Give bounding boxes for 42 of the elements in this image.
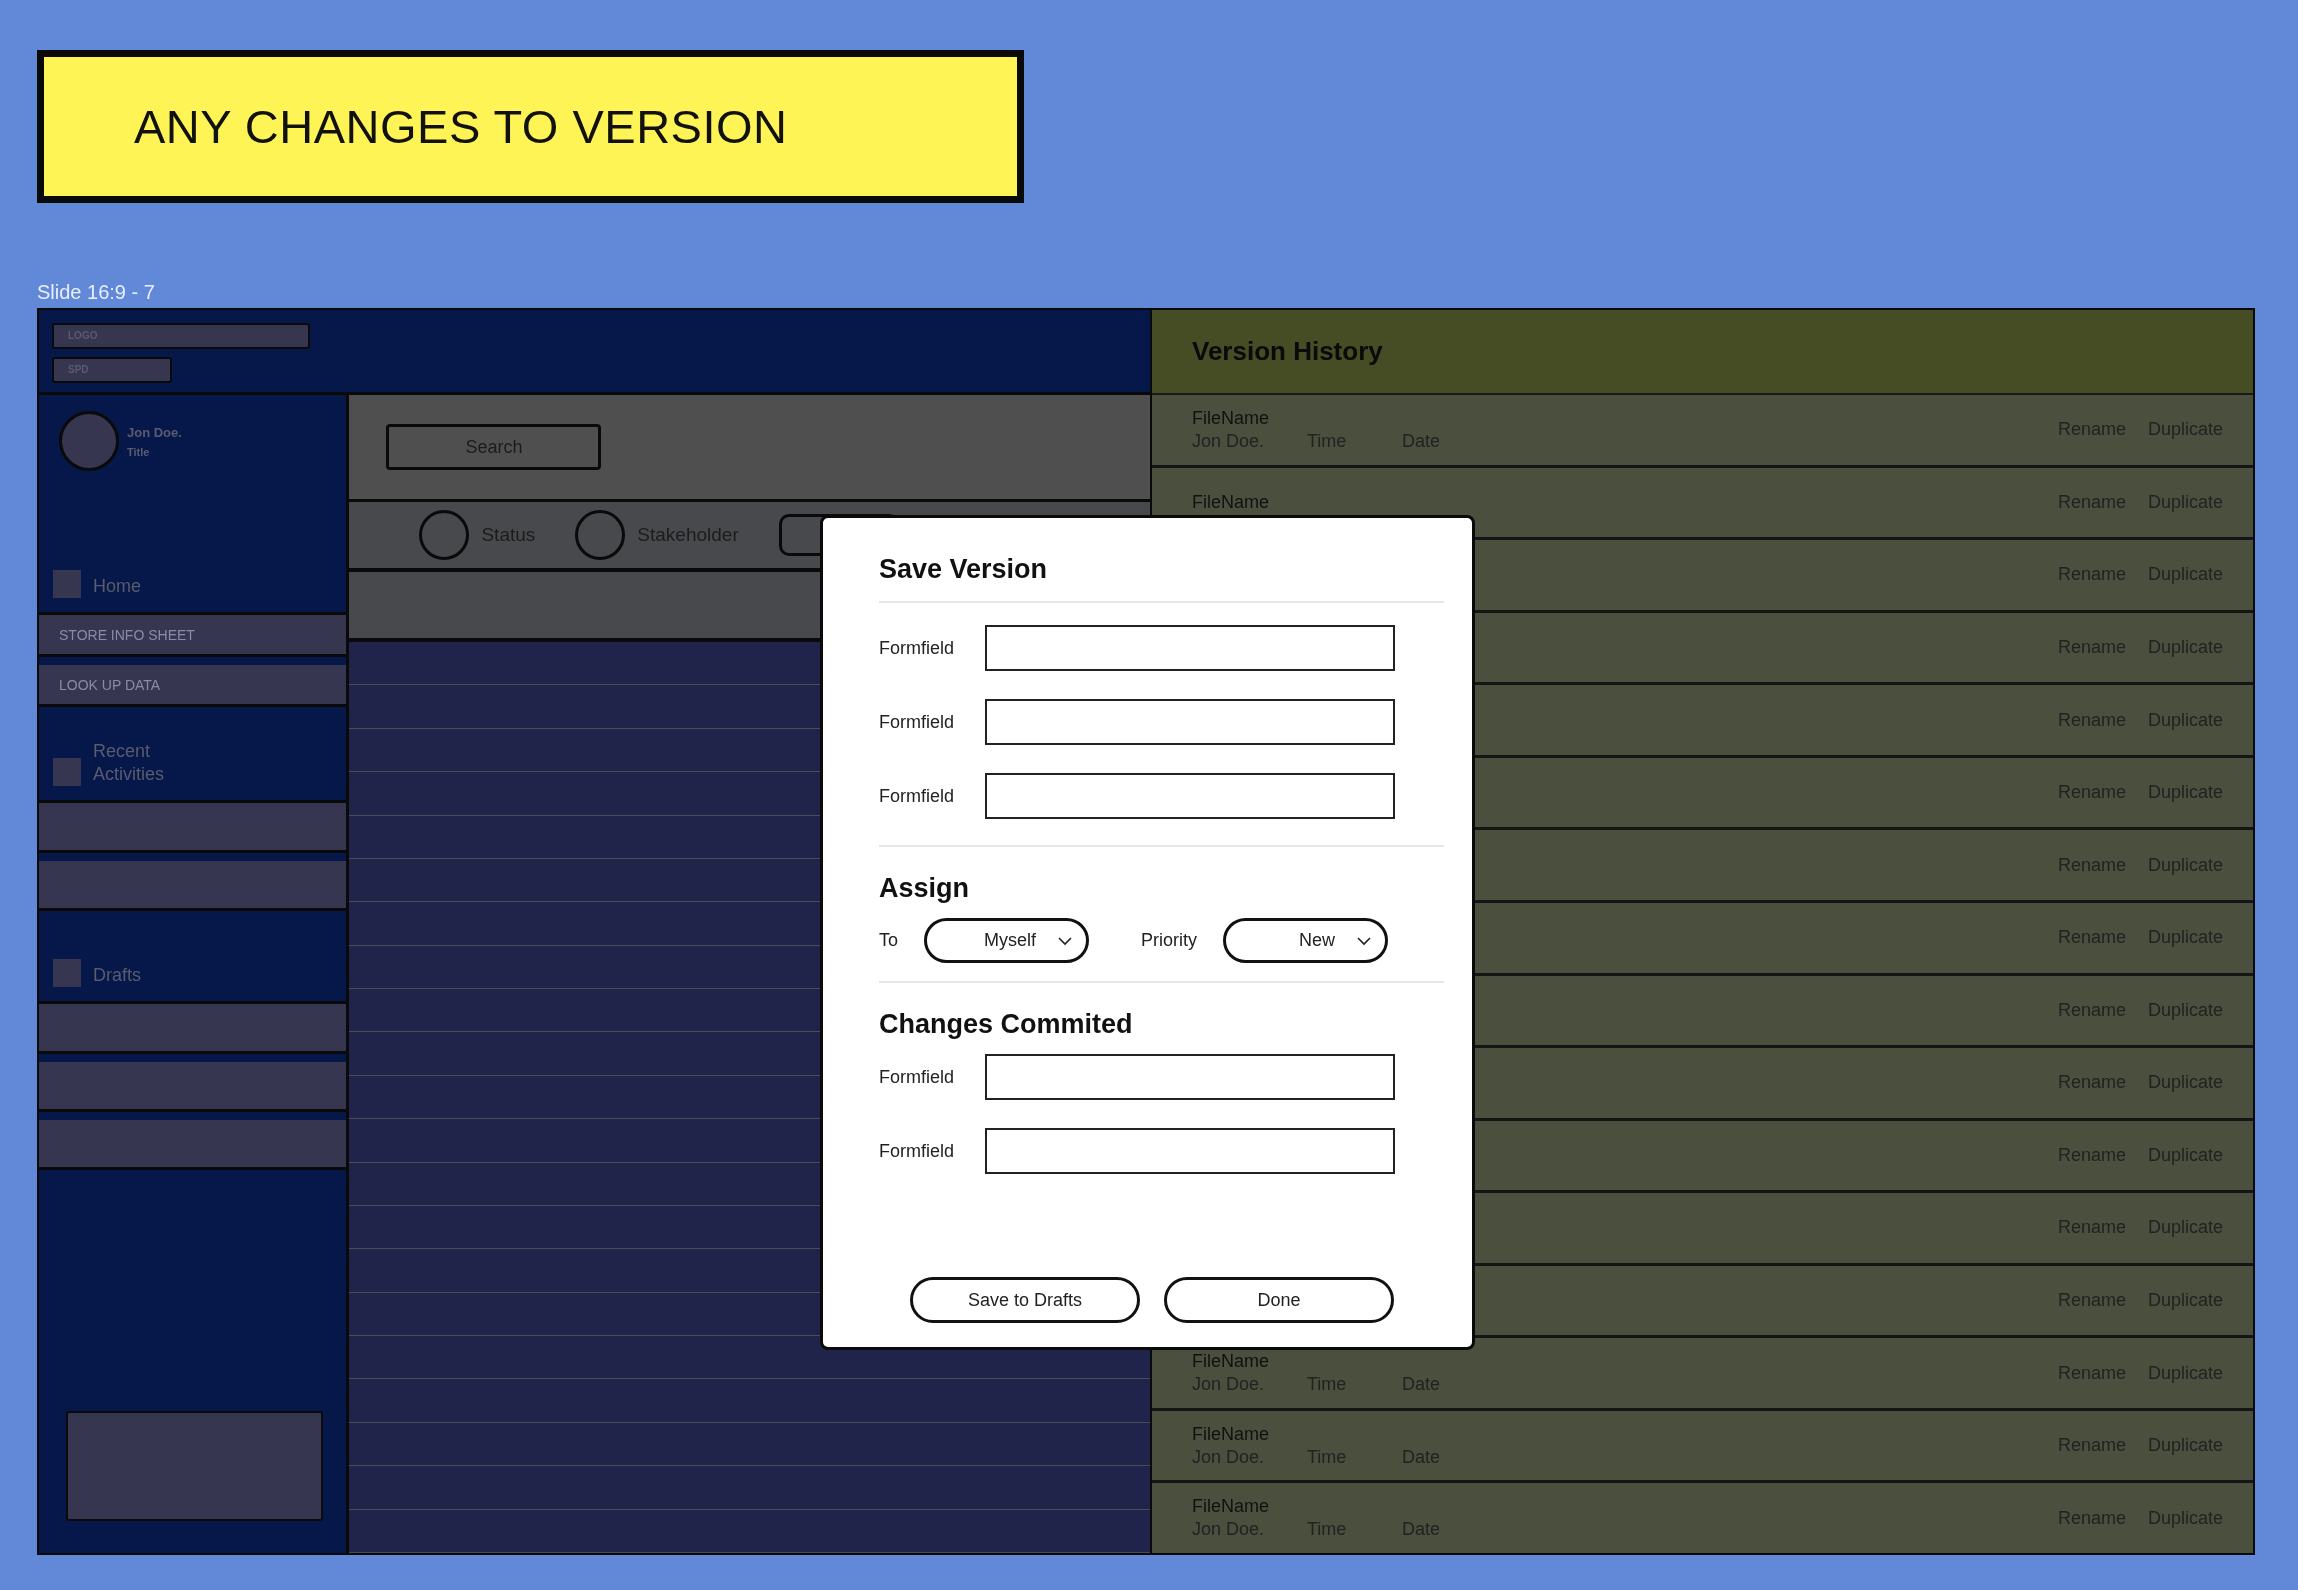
input-field[interactable] xyxy=(985,625,1395,671)
input-field[interactable] xyxy=(985,1054,1395,1100)
section-title: Changes Commited xyxy=(879,1009,1134,1040)
field-label: Formfield xyxy=(879,785,955,807)
square-icon xyxy=(53,959,81,987)
field-label: Formfield xyxy=(879,1066,955,1088)
dropdown[interactable]: New xyxy=(1223,918,1389,963)
dialog-title: Save Version xyxy=(879,554,1444,603)
square-icon xyxy=(53,758,81,786)
radio-button[interactable] xyxy=(419,510,470,560)
sidebar-item[interactable]: STORE INFO SHEET xyxy=(39,615,347,657)
chevron-down-icon xyxy=(1357,935,1372,946)
file-name: FileName xyxy=(1192,1423,1271,1445)
field-label: To xyxy=(879,930,898,951)
dialog-button[interactable]: Save to Drafts xyxy=(910,1277,1140,1323)
frame-label: Slide 16:9 - 7 xyxy=(37,281,156,304)
panel-title: Version History xyxy=(1192,336,1383,367)
field-label: Formfield xyxy=(879,1140,955,1162)
input-field[interactable] xyxy=(985,1128,1395,1174)
radio-button[interactable] xyxy=(575,510,626,560)
file-name: FileName xyxy=(1192,1496,1271,1518)
file-name: FileName xyxy=(1192,491,1271,513)
user-title: Title xyxy=(127,446,151,458)
square-icon xyxy=(53,570,81,598)
avatar xyxy=(59,411,119,471)
dialog-button[interactable]: Done xyxy=(1164,1277,1394,1323)
input-field[interactable] xyxy=(985,773,1395,819)
banner-text: ANY CHANGES TO VERSION xyxy=(134,99,788,154)
sidebar-item[interactable]: LOOK UP DATA xyxy=(39,665,347,707)
nav-item[interactable]: Drafts xyxy=(93,964,183,987)
input-field[interactable] xyxy=(985,699,1395,745)
field-label: Priority xyxy=(1141,930,1198,951)
nav-item[interactable]: Recent Activities xyxy=(93,740,183,786)
user-name: Jon Doe. xyxy=(127,425,182,440)
section-title: Assign xyxy=(879,873,971,904)
field-label: Formfield xyxy=(879,637,955,659)
file-name: FileName xyxy=(1192,1351,1271,1373)
field-label: Formfield xyxy=(879,711,955,733)
dropdown[interactable]: Myself xyxy=(924,918,1089,963)
chevron-down-icon xyxy=(1058,935,1072,946)
file-name: FileName xyxy=(1192,407,1271,429)
nav-item[interactable]: Home xyxy=(93,575,183,598)
